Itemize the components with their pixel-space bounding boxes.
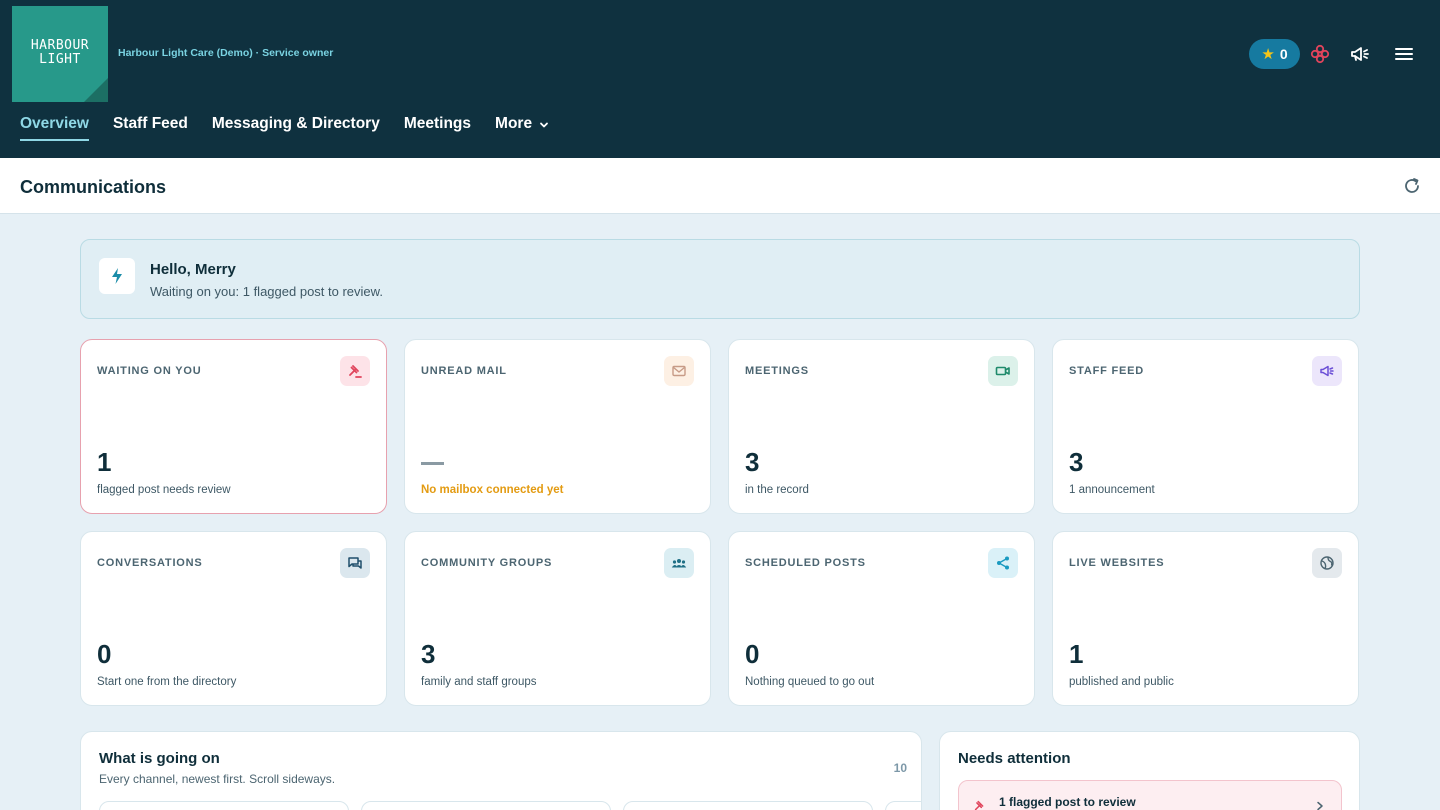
mail-icon	[664, 356, 694, 386]
card-value: 1	[97, 447, 112, 477]
megaphone-icon[interactable]	[1349, 44, 1371, 64]
card-value: 3	[421, 639, 436, 669]
logo-corner	[84, 78, 108, 102]
needs-attention-title: Needs attention	[958, 750, 1071, 767]
star-icon: ★	[1261, 45, 1275, 63]
flower-icon[interactable]	[1310, 44, 1330, 64]
nav-more[interactable]: More	[495, 115, 550, 141]
org-label: Harbour Light Care (Demo) · Service owne…	[118, 47, 334, 59]
chat-icon	[340, 548, 370, 578]
greeting-banner: Hello, Merry Waiting on you: 1 flagged p…	[80, 239, 1360, 319]
activity-panel: What is going on Every channel, newest f…	[80, 731, 922, 810]
video-icon	[988, 356, 1018, 386]
card-value: 3	[1069, 447, 1084, 477]
logo-line-1: HARBOUR	[30, 38, 90, 53]
card-meetings[interactable]: MEETINGS 3 in the record	[728, 339, 1035, 514]
page-title: Communications	[20, 177, 167, 197]
card-live-websites[interactable]: LIVE WEBSITES 1 published and public	[1052, 531, 1359, 706]
nav-staff-feed[interactable]: Staff Feed	[113, 115, 188, 141]
card-label: WAITING ON YOU	[97, 365, 202, 377]
card-description: published and public	[1069, 676, 1174, 688]
card-label: CONVERSATIONS	[97, 557, 203, 569]
card-label: MEETINGS	[745, 365, 809, 377]
chevron-right-icon	[1317, 801, 1323, 810]
card-label: SCHEDULED POSTS	[745, 557, 866, 569]
greeting-title: Hello, Merry	[150, 261, 236, 278]
card-community-groups[interactable]: COMMUNITY GROUPS 3 family and staff grou…	[404, 531, 711, 706]
card-description: Nothing queued to go out	[745, 676, 875, 688]
card-label: COMMUNITY GROUPS	[421, 557, 553, 569]
needs-attention-panel: Needs attention 1 flagged post to review	[939, 731, 1360, 810]
top-bar: HARBOUR LIGHT Harbour Light Care (Demo) …	[0, 0, 1440, 158]
refresh-icon[interactable]	[1402, 176, 1422, 196]
activity-item[interactable]	[885, 801, 921, 810]
chevron-down-icon	[540, 122, 548, 128]
lightning-icon	[99, 258, 135, 294]
points-badge[interactable]: ★ 0	[1249, 39, 1300, 69]
card-description: Start one from the directory	[97, 676, 237, 688]
empty-value-dash	[421, 462, 444, 465]
card-description: family and staff groups	[421, 676, 537, 688]
share-icon	[988, 548, 1018, 578]
gavel-icon	[340, 356, 370, 386]
page-header: Communications	[0, 158, 1440, 214]
activity-subtitle: Every channel, newest first. Scroll side…	[99, 772, 336, 786]
card-value: 1	[1069, 639, 1084, 669]
attention-item-label: 1 flagged post to review	[999, 795, 1136, 809]
nav-meetings[interactable]: Meetings	[404, 115, 471, 141]
activity-item[interactable]	[361, 801, 611, 810]
activity-title: What is going on	[99, 750, 220, 767]
logo-line-2: LIGHT	[39, 52, 81, 67]
card-description: 1 announcement	[1069, 484, 1155, 496]
card-label: LIVE WEBSITES	[1069, 557, 1165, 569]
activity-item[interactable]	[99, 801, 349, 810]
points-count: 0	[1279, 46, 1288, 62]
card-description: in the record	[745, 484, 809, 496]
nav-messaging-directory[interactable]: Messaging & Directory	[212, 115, 380, 141]
group-icon	[664, 548, 694, 578]
card-value: 0	[97, 639, 112, 669]
card-description: flagged post needs review	[97, 484, 231, 496]
card-description: No mailbox connected yet	[421, 484, 564, 496]
activity-count: 10	[893, 761, 907, 775]
card-waiting-on-you[interactable]: WAITING ON YOU 1 flagged post needs revi…	[80, 339, 387, 514]
menu-icon[interactable]	[1394, 46, 1414, 62]
nav-overview[interactable]: Overview	[20, 115, 89, 141]
harbour-light-logo[interactable]: HARBOUR LIGHT	[12, 6, 108, 102]
card-label: STAFF FEED	[1069, 365, 1145, 377]
activity-item[interactable]	[623, 801, 873, 810]
card-scheduled-posts[interactable]: SCHEDULED POSTS 0 Nothing queued to go o…	[728, 531, 1035, 706]
globe-icon	[1312, 548, 1342, 578]
main-nav: Overview Staff Feed Messaging & Director…	[20, 115, 550, 145]
card-conversations[interactable]: CONVERSATIONS 0 Start one from the direc…	[80, 531, 387, 706]
card-label: UNREAD MAIL	[421, 365, 507, 377]
gavel-icon	[974, 800, 984, 810]
greeting-subtitle: Waiting on you: 1 flagged post to review…	[150, 284, 383, 299]
attention-item[interactable]: 1 flagged post to review	[958, 780, 1342, 810]
megaphone-icon	[1312, 356, 1342, 386]
card-unread-mail[interactable]: UNREAD MAIL No mailbox connected yet	[404, 339, 711, 514]
card-staff-feed[interactable]: STAFF FEED 3 1 announcement	[1052, 339, 1359, 514]
card-value: 3	[745, 447, 760, 477]
card-value: 0	[745, 639, 760, 669]
